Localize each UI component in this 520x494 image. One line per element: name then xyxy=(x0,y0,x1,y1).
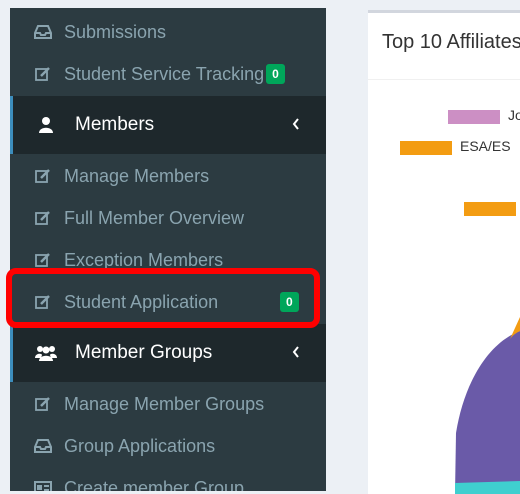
sidebar: Submissions Student Service Tracking 0 M… xyxy=(10,8,326,491)
chevron-left-icon xyxy=(292,342,300,364)
menu-label: Members xyxy=(75,114,155,135)
sidebar-item-manage-members[interactable]: Manage Members xyxy=(10,156,326,196)
sidebar-item-label: Full Member Overview xyxy=(64,207,245,228)
sidebar-item-label: Group Applications xyxy=(64,435,216,456)
users-icon xyxy=(35,345,57,361)
edit-icon xyxy=(34,396,52,412)
inbox-icon xyxy=(34,438,52,454)
user-icon xyxy=(35,116,57,134)
chevron-left-icon xyxy=(292,114,300,136)
pie-chart xyxy=(455,317,520,494)
sidebar-item-full-member-overview[interactable]: Full Member Overview xyxy=(10,198,326,238)
sidebar-item-student-service-tracking[interactable]: Student Service Tracking 0 xyxy=(10,54,326,94)
sidebar-item-label: Manage Member Groups xyxy=(64,393,265,414)
edit-icon xyxy=(34,252,52,268)
sidebar-item-student-application[interactable]: Student Application 0 xyxy=(10,282,326,322)
sidebar-item-label: Exception Members xyxy=(64,249,224,270)
sidebar-item-label: Create member Group xyxy=(64,477,245,492)
affiliates-panel: Top 10 Affiliates Jo ESA/ES xyxy=(368,10,520,494)
sidebar-item-group-applications[interactable]: Group Applications xyxy=(10,426,326,466)
menu-label: Member Groups xyxy=(75,342,213,363)
sidebar-item-create-member-group[interactable]: Create member Group xyxy=(10,468,326,491)
sidebar-item-submissions[interactable]: Submissions xyxy=(10,12,326,52)
sidebar-item-label: Manage Members xyxy=(64,165,210,186)
edit-icon xyxy=(34,66,52,82)
pie-slice xyxy=(455,331,520,494)
edit-icon xyxy=(34,294,52,310)
sidebar-item-exception-members[interactable]: Exception Members xyxy=(10,240,326,280)
sidebar-item-label: Submissions xyxy=(64,21,167,42)
count-badge: 0 xyxy=(266,64,285,84)
count-badge: 0 xyxy=(280,292,299,312)
sidebar-item-manage-member-groups[interactable]: Manage Member Groups xyxy=(10,384,326,424)
sidebar-item-label: Student Application xyxy=(64,291,219,312)
edit-icon xyxy=(34,168,52,184)
inbox-icon xyxy=(34,24,52,40)
sidebar-menu-members[interactable]: Members xyxy=(10,96,326,154)
pie-slice xyxy=(455,481,520,494)
sidebar-item-label: Student Service Tracking xyxy=(64,63,265,84)
sidebar-menu-member-groups[interactable]: Member Groups xyxy=(10,324,326,382)
id-card-icon xyxy=(34,480,52,491)
edit-icon xyxy=(34,210,52,226)
